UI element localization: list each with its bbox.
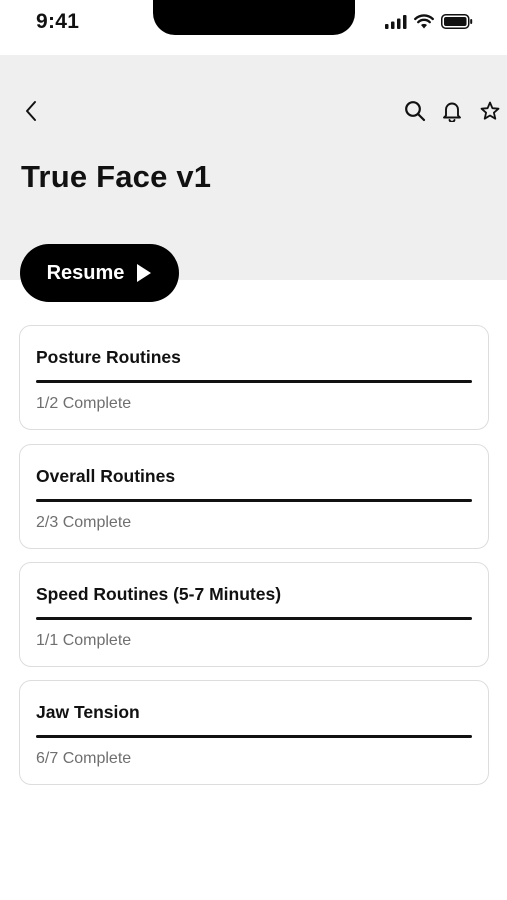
page-title: True Face v1 [21,159,212,194]
routine-title: Posture Routines [36,347,181,367]
status-icons [385,14,473,29]
routine-card-speed[interactable]: Speed Routines (5-7 Minutes) 1/1 Complet… [19,562,489,667]
routine-title: Speed Routines (5-7 Minutes) [36,584,282,604]
progress-bar [36,617,472,620]
device-notch [153,0,355,35]
progress-fill [36,735,472,738]
routine-status: 2/3 Complete [36,514,132,531]
status-bar: 9:41 [0,0,507,55]
routine-status: 1/2 Complete [36,395,132,412]
routine-status: 6/7 Complete [36,750,132,767]
play-icon [137,264,152,282]
battery-icon [441,14,473,29]
routine-status: 1/1 Complete [36,632,132,649]
routine-card-posture[interactable]: Posture Routines 1/2 Complete [19,325,489,430]
routine-title: Overall Routines [36,466,176,486]
resume-label: Resume [46,261,125,284]
signal-icon [385,14,407,29]
search-icon [405,101,426,122]
progress-fill [36,499,472,502]
progress-bar [36,380,472,383]
progress-bar [36,499,472,502]
chevron-left-icon [26,101,36,121]
screen: 9:41 True Face v1 Resume Posture Routine… [0,0,507,900]
wifi-icon [414,14,434,29]
back-button[interactable] [18,98,44,124]
routine-title: Jaw Tension [36,702,140,722]
routine-card-jaw-tension[interactable]: Jaw Tension 6/7 Complete [19,680,489,785]
star-icon [480,101,500,120]
resume-button[interactable]: Resume [20,244,179,302]
progress-bar [36,735,472,738]
progress-fill [36,380,472,383]
routine-card-overall[interactable]: Overall Routines 2/3 Complete [19,444,489,549]
favorite-button[interactable] [477,98,503,124]
notifications-button[interactable] [439,98,465,124]
progress-fill [36,617,472,620]
status-time: 9:41 [36,10,80,33]
bell-icon [443,102,461,122]
search-button[interactable] [402,98,428,124]
